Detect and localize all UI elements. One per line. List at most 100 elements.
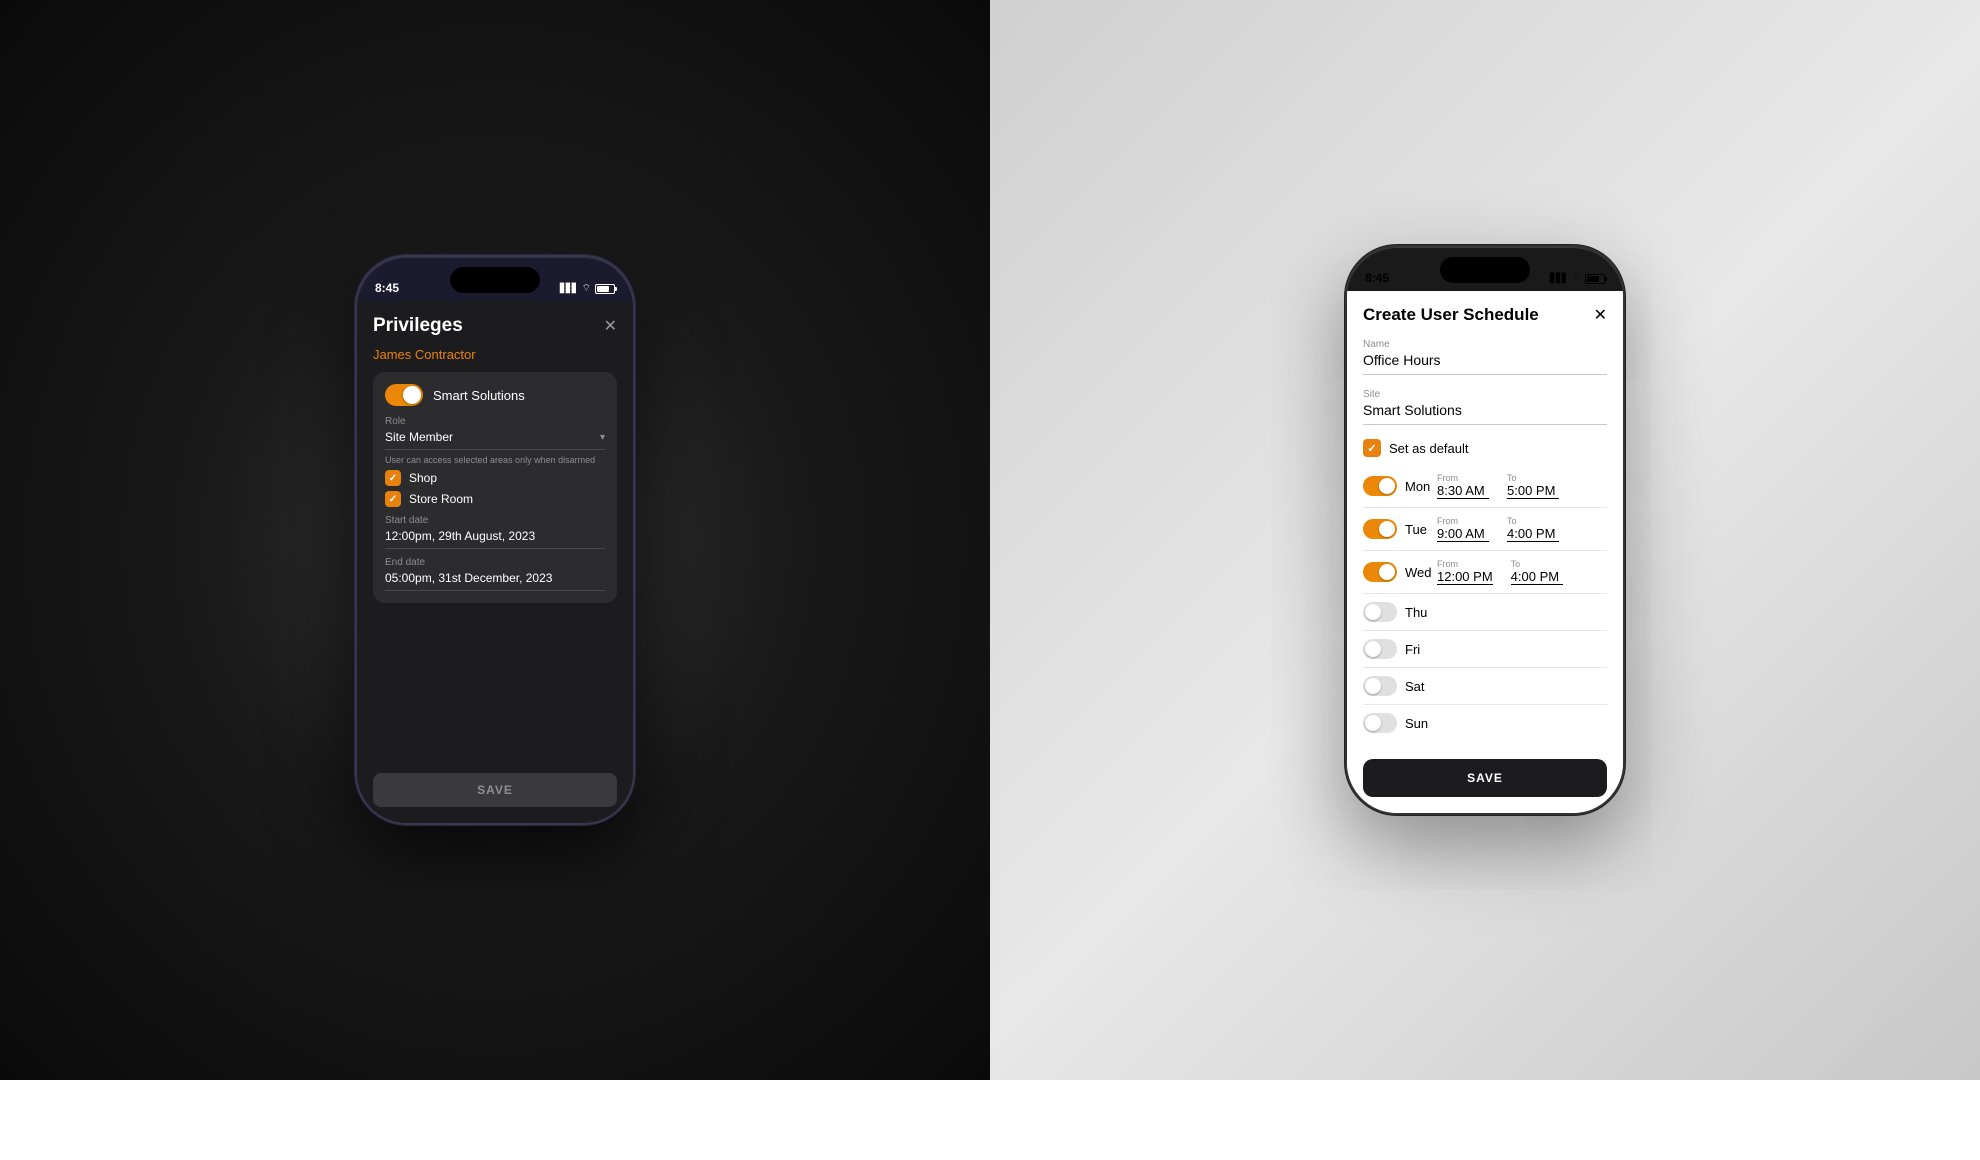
privileges-title: Privileges xyxy=(373,315,463,337)
day-sun: Sun xyxy=(1405,716,1437,731)
day-fri: Fri xyxy=(1405,642,1437,657)
toggle-thu[interactable] xyxy=(1363,602,1397,622)
schedule-row-tue: Tue From 9:00 AM To 4:00 PM xyxy=(1363,508,1607,551)
privileges-card: Smart Solutions Role Site Member ▾ User … xyxy=(373,372,617,603)
from-value-mon: 8:30 AM xyxy=(1437,483,1489,499)
set-default-checkbox[interactable] xyxy=(1363,439,1381,457)
left-panel: 8:45 ▋▋▋ ⌔ Privileges ✕ James Contractor xyxy=(0,0,990,1080)
start-date-label: Start date xyxy=(385,515,605,526)
site-toggle-row: Smart Solutions xyxy=(385,384,605,406)
left-phone: 8:45 ▋▋▋ ⌔ Privileges ✕ James Contractor xyxy=(355,255,635,825)
schedule-header: Create User Schedule ✕ xyxy=(1363,305,1607,325)
dropdown-arrow[interactable]: ▾ xyxy=(600,432,605,443)
wifi-icon-right: ⌔ xyxy=(1572,272,1581,285)
to-col-wed: To 4:00 PM xyxy=(1511,559,1563,585)
from-col-tue: From 9:00 AM xyxy=(1437,516,1489,542)
to-value-mon: 5:00 PM xyxy=(1507,483,1559,499)
time-group-wed: From 12:00 PM To 4:00 PM xyxy=(1437,559,1607,585)
status-icons-left: ▋▋▋ ⌔ xyxy=(560,282,615,295)
dynamic-island-right xyxy=(1440,257,1530,283)
schedule-list: Mon From 8:30 AM To 5:00 PM xyxy=(1363,465,1607,741)
privileges-screen: Privileges ✕ James Contractor Smart Solu… xyxy=(357,301,633,823)
close-button-left[interactable]: ✕ xyxy=(604,316,617,336)
name-value: Office Hours xyxy=(1363,352,1607,375)
from-col-mon: From 8:30 AM xyxy=(1437,473,1489,499)
toggle-mon[interactable] xyxy=(1363,476,1397,496)
to-label-tue: To xyxy=(1507,516,1559,526)
end-date-value: 05:00pm, 31st December, 2023 xyxy=(385,571,605,591)
from-value-tue: 9:00 AM xyxy=(1437,526,1489,542)
toggle-tue[interactable] xyxy=(1363,519,1397,539)
to-value-wed: 4:00 PM xyxy=(1511,569,1563,585)
from-col-wed: From 12:00 PM xyxy=(1437,559,1493,585)
set-default-row: Set as default xyxy=(1363,439,1607,457)
start-date-text: 12:00pm, 29th August, 2023 xyxy=(385,529,535,543)
phone-reflection-left xyxy=(355,1080,635,1160)
status-time-right: 8:45 xyxy=(1365,271,1389,285)
site-label: Site xyxy=(1363,389,1607,400)
toggle-sat[interactable] xyxy=(1363,676,1397,696)
site-field-group: Site Smart Solutions xyxy=(1363,389,1607,429)
signal-icon-left: ▋▋▋ xyxy=(560,283,578,294)
battery-icon-right xyxy=(1585,274,1605,284)
schedule-row-wed: Wed From 12:00 PM To 4:00 PM xyxy=(1363,551,1607,594)
toggle-fri[interactable] xyxy=(1363,639,1397,659)
right-phone: 8:45 ▋▋▋ ⌔ Create User Schedule ✕ Name O… xyxy=(1345,245,1625,815)
site-toggle-label: Smart Solutions xyxy=(433,388,525,403)
privileges-header: Privileges ✕ xyxy=(373,315,617,337)
user-name: James Contractor xyxy=(373,347,617,362)
dynamic-island-left xyxy=(450,267,540,293)
area-storeroom-label: Store Room xyxy=(409,492,473,506)
area-storeroom-row: Store Room xyxy=(385,491,605,507)
schedule-row-mon: Mon From 8:30 AM To 5:00 PM xyxy=(1363,465,1607,508)
battery-icon-left xyxy=(595,284,615,294)
day-tue: Tue xyxy=(1405,522,1437,537)
name-field-group: Name Office Hours xyxy=(1363,339,1607,379)
from-value-wed: 12:00 PM xyxy=(1437,569,1493,585)
area-shop-row: Shop xyxy=(385,470,605,486)
area-shop-label: Shop xyxy=(409,471,437,485)
role-value-row: Site Member ▾ xyxy=(385,430,605,450)
to-col-tue: To 4:00 PM xyxy=(1507,516,1559,542)
from-label-mon: From xyxy=(1437,473,1489,483)
set-default-label: Set as default xyxy=(1389,441,1469,456)
schedule-row-sun: Sun xyxy=(1363,705,1607,741)
hint-text: User can access selected areas only when… xyxy=(385,455,605,465)
status-time-left: 8:45 xyxy=(375,281,399,295)
save-button-right[interactable]: SAVE xyxy=(1363,759,1607,797)
area-shop-checkbox[interactable] xyxy=(385,470,401,486)
role-label: Role xyxy=(385,416,605,427)
start-date-value: 12:00pm, 29th August, 2023 xyxy=(385,529,605,549)
schedule-row-sat: Sat xyxy=(1363,668,1607,705)
name-label: Name xyxy=(1363,339,1607,350)
to-label-mon: To xyxy=(1507,473,1559,483)
end-date-label: End date xyxy=(385,557,605,568)
wifi-icon-left: ⌔ xyxy=(582,282,591,295)
site-value: Smart Solutions xyxy=(1363,402,1607,425)
schedule-title: Create User Schedule xyxy=(1363,305,1539,325)
schedule-row-fri: Fri xyxy=(1363,631,1607,668)
toggle-wed[interactable] xyxy=(1363,562,1397,582)
role-value: Site Member xyxy=(385,430,453,444)
schedule-screen: Create User Schedule ✕ Name Office Hours… xyxy=(1347,291,1623,813)
end-date-text: 05:00pm, 31st December, 2023 xyxy=(385,571,552,585)
signal-icon-right: ▋▋▋ xyxy=(1550,273,1568,284)
close-button-right[interactable]: ✕ xyxy=(1594,305,1607,325)
schedule-row-thu: Thu xyxy=(1363,594,1607,631)
day-thu: Thu xyxy=(1405,605,1437,620)
from-label-tue: From xyxy=(1437,516,1489,526)
status-icons-right: ▋▋▋ ⌔ xyxy=(1550,272,1605,285)
to-label-wed: To xyxy=(1511,559,1563,569)
save-button-left[interactable]: SAVE xyxy=(373,773,617,807)
day-sat: Sat xyxy=(1405,679,1437,694)
from-label-wed: From xyxy=(1437,559,1493,569)
day-mon: Mon xyxy=(1405,479,1437,494)
to-col-mon: To 5:00 PM xyxy=(1507,473,1559,499)
toggle-sun[interactable] xyxy=(1363,713,1397,733)
day-wed: Wed xyxy=(1405,565,1437,580)
time-group-mon: From 8:30 AM To 5:00 PM xyxy=(1437,473,1607,499)
time-group-tue: From 9:00 AM To 4:00 PM xyxy=(1437,516,1607,542)
area-storeroom-checkbox[interactable] xyxy=(385,491,401,507)
to-value-tue: 4:00 PM xyxy=(1507,526,1559,542)
site-toggle[interactable] xyxy=(385,384,423,406)
